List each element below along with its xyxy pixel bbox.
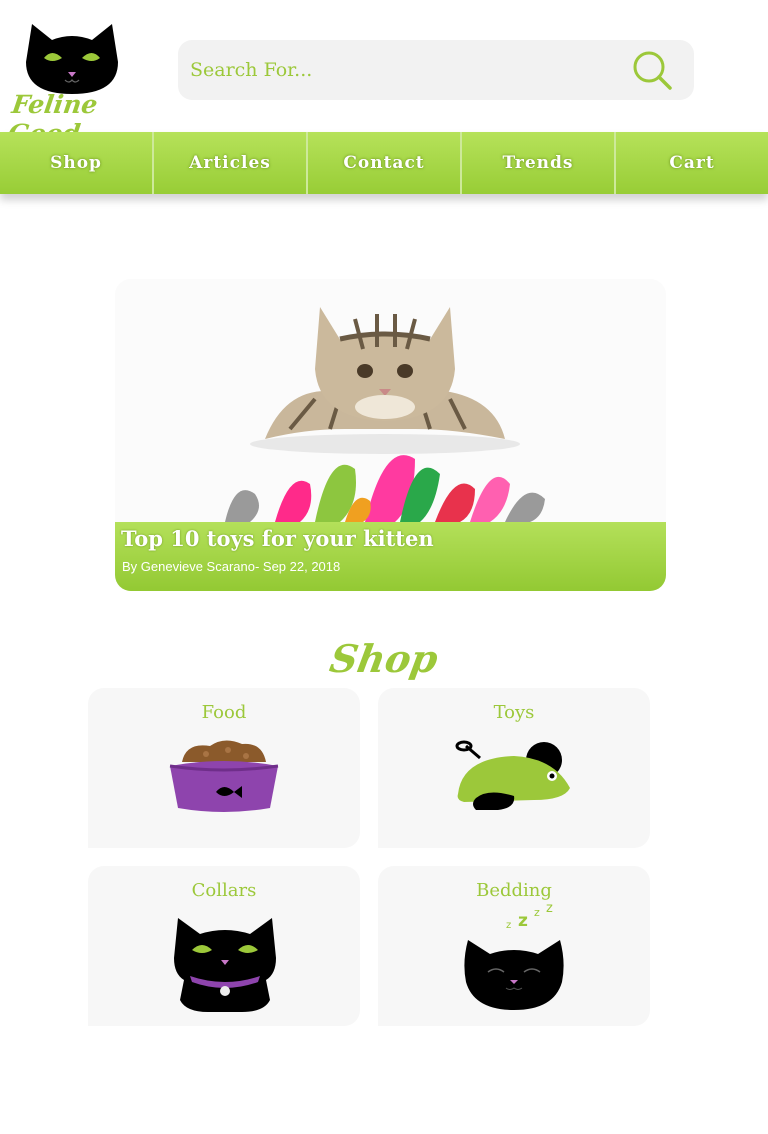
nav-item-cart[interactable]: Cart <box>616 132 768 194</box>
nav-item-articles[interactable]: Articles <box>154 132 308 194</box>
toy-mouse-icon <box>455 740 570 810</box>
shop-card-label: Collars <box>191 880 257 901</box>
shop-card-collars[interactable]: Collars <box>88 866 360 1026</box>
header: Feline Good <box>0 0 768 148</box>
nav-item-contact[interactable]: Contact <box>308 132 462 194</box>
featured-title[interactable]: Top 10 toys for your kitten <box>121 526 434 551</box>
search-button[interactable] <box>632 50 674 92</box>
food-bowl-icon <box>169 740 279 812</box>
search-bar <box>178 40 694 100</box>
shop-heading: Shop <box>326 636 442 681</box>
shop-card-food[interactable]: Food <box>88 688 360 848</box>
svg-text:z: z <box>546 902 553 916</box>
nav-item-trends[interactable]: Trends <box>462 132 616 194</box>
page: Feline Good Shop Articles Contact Trends… <box>0 0 768 1134</box>
main-nav: Shop Articles Contact Trends Cart <box>0 132 768 194</box>
cat-logo-icon <box>26 24 118 94</box>
shop-card-bedding[interactable]: Bedding z z z z <box>378 866 650 1026</box>
svg-text:z: z <box>534 906 540 919</box>
cat-collar-icon <box>174 918 276 1012</box>
featured-byline: By Genevieve Scarano- Sep 22, 2018 <box>122 559 341 574</box>
logo[interactable]: Feline Good <box>6 14 140 148</box>
shop-card-label: Bedding <box>476 880 552 901</box>
svg-text:z: z <box>506 920 511 931</box>
featured-caption: Top 10 toys for your kitten By Genevieve… <box>115 522 666 591</box>
nav-item-shop[interactable]: Shop <box>0 132 154 194</box>
search-input[interactable] <box>190 52 610 88</box>
svg-text:z: z <box>518 911 528 931</box>
sleeping-cat-icon: z z z z <box>464 902 564 1010</box>
search-icon <box>633 51 672 90</box>
kitten-with-feathers-image <box>115 279 666 522</box>
shop-card-label: Food <box>201 702 247 723</box>
shop-card-toys[interactable]: Toys <box>378 688 650 848</box>
shop-card-label: Toys <box>493 702 535 723</box>
featured-article-card[interactable]: Top 10 toys for your kitten By Genevieve… <box>115 279 666 591</box>
